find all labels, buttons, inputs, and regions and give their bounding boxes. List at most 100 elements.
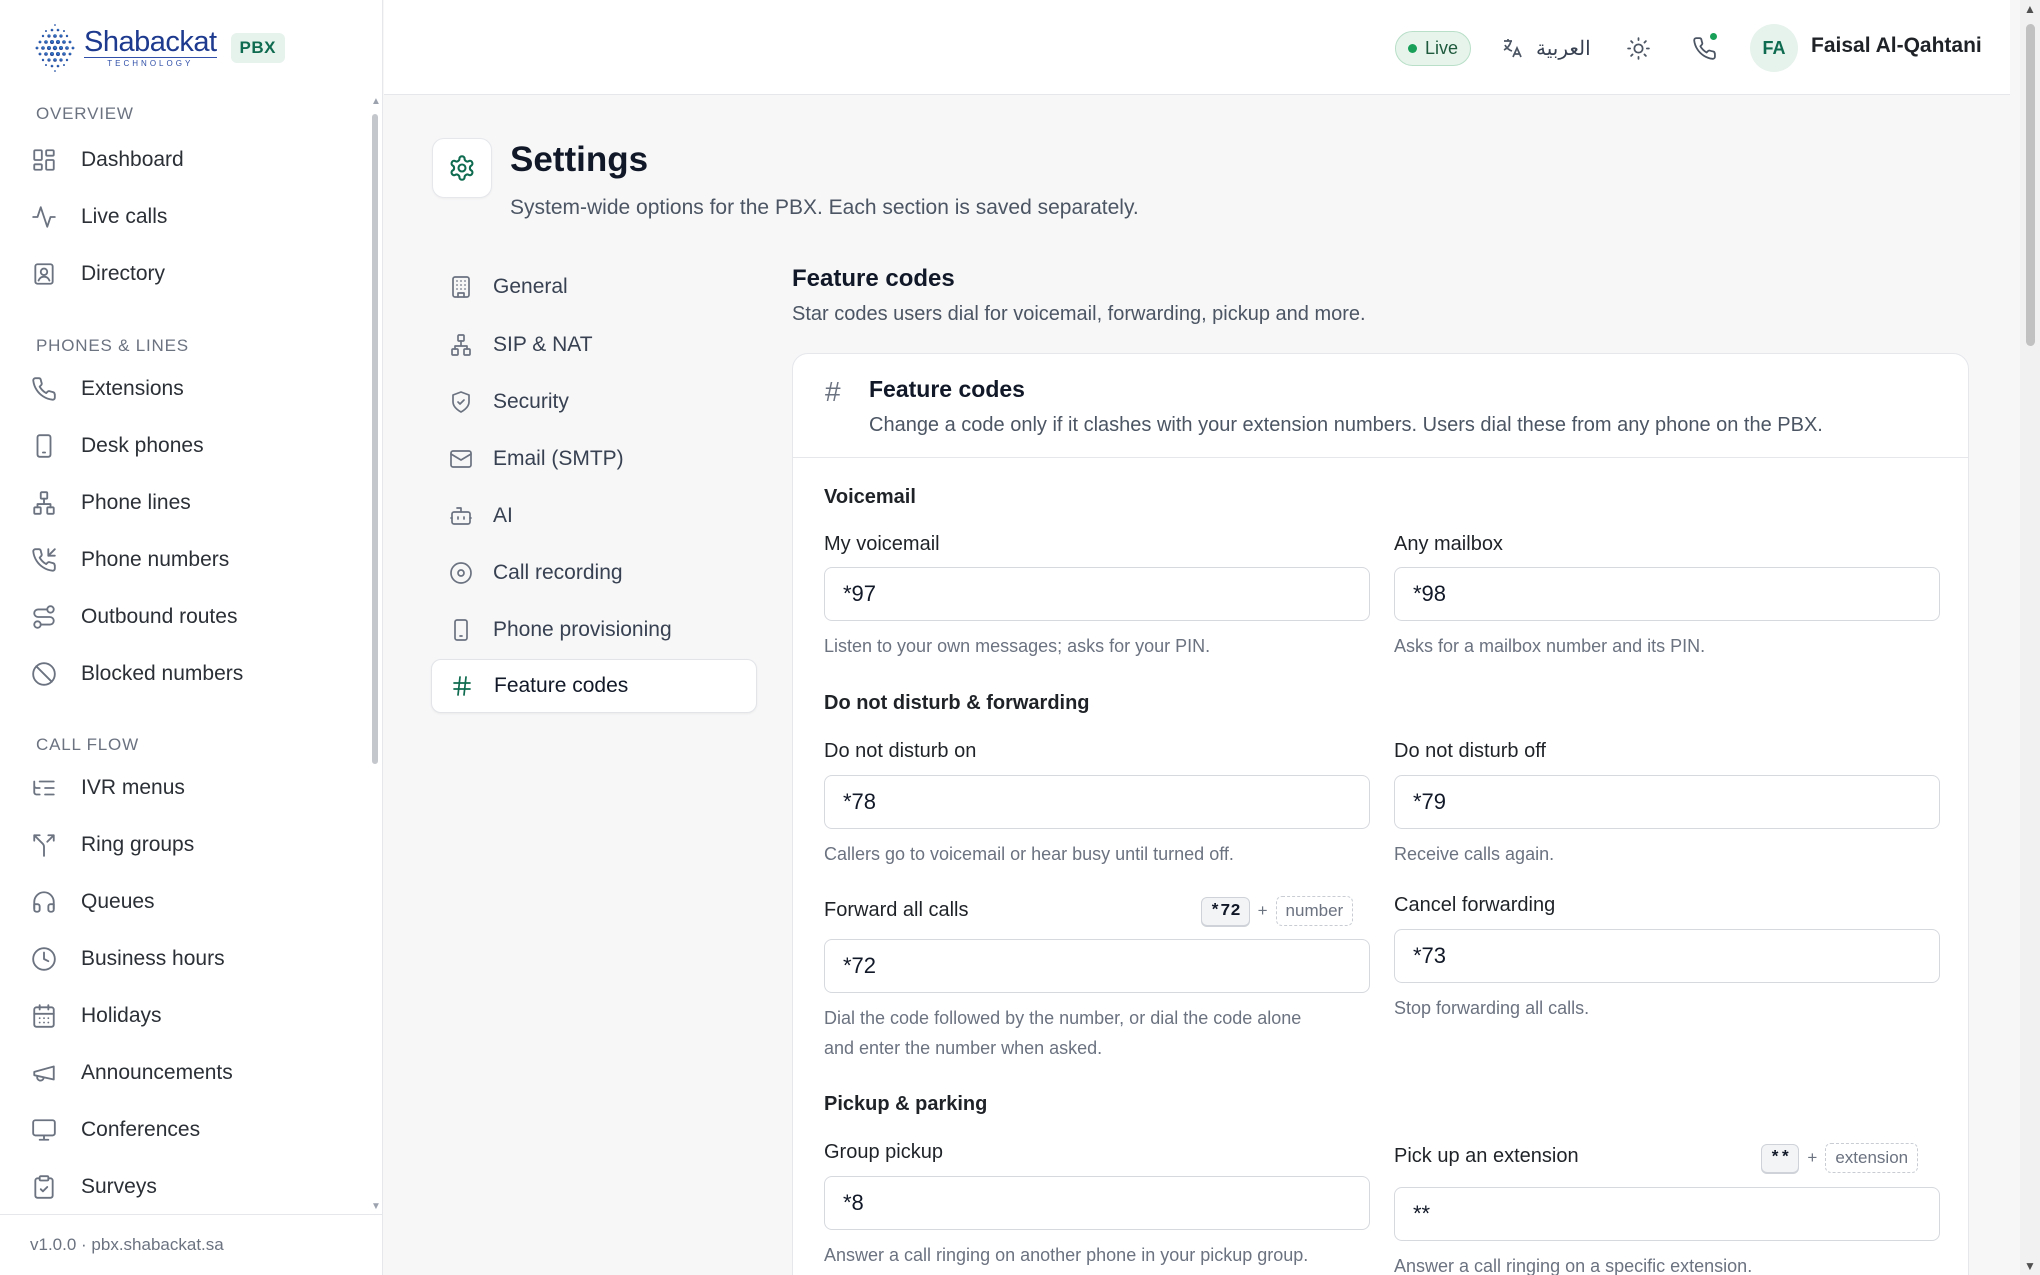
brand-logo[interactable]: Shabackat TECHNOLOGY PBX <box>30 20 286 76</box>
sidebar-item-queues[interactable]: Queues <box>30 878 350 926</box>
language-label: العربية <box>1536 37 1591 60</box>
forward-all-input[interactable] <box>824 939 1370 993</box>
sidebar-item-label: Phone numbers <box>81 548 230 571</box>
route-icon <box>30 603 58 631</box>
settings-page-icon <box>432 138 492 198</box>
settings-tab-call-recording[interactable]: Call recording <box>431 546 757 600</box>
softphone-button[interactable] <box>1685 29 1723 67</box>
pickup-extension-hint: ** + extension <box>1761 1142 1919 1174</box>
settings-tab-label: AI <box>493 504 513 527</box>
settings-tab-feature-codes[interactable]: Feature codes <box>431 659 757 713</box>
dnd-on-input[interactable] <box>824 775 1370 829</box>
sidebar-item-ring-groups[interactable]: Ring groups <box>30 821 350 869</box>
hint-extension-placeholder: extension <box>1825 1143 1919 1173</box>
page-scroll-down-icon[interactable]: ▼ <box>2024 1259 2036 1273</box>
cancel-forward-label: Cancel forwarding <box>1394 894 1556 916</box>
avatar[interactable]: FA <box>1750 24 1798 72</box>
forward-all-label: Forward all calls <box>824 899 969 921</box>
sidebar-scrollbar[interactable]: ▲ ▼ <box>371 96 381 1212</box>
settings-tab-phone-provisioning[interactable]: Phone provisioning <box>431 603 757 657</box>
hint-number-placeholder: number <box>1275 896 1354 926</box>
theme-toggle-button[interactable] <box>1619 29 1657 67</box>
dnd-off-help: Receive calls again. <box>1394 844 1555 864</box>
dnd-off-input[interactable] <box>1394 775 1940 829</box>
activity-icon <box>30 203 58 231</box>
scroll-down-icon[interactable]: ▼ <box>371 1201 381 1212</box>
calendar-icon <box>30 1002 58 1030</box>
sidebar-item-label: Live calls <box>81 205 168 228</box>
clock-icon <box>30 945 58 973</box>
sidebar-item-label: Extensions <box>81 377 184 400</box>
contact-book-icon <box>30 260 58 288</box>
sidebar-item-live-calls[interactable]: Live calls <box>30 193 350 241</box>
settings-tab-ai[interactable]: AI <box>431 489 757 543</box>
my-voicemail-input[interactable] <box>824 567 1370 621</box>
hash-icon <box>453 676 471 696</box>
live-status-badge: Live <box>1395 31 1472 66</box>
settings-tab-general[interactable]: General <box>431 260 757 314</box>
any-mailbox-input[interactable] <box>1394 567 1940 621</box>
sidebar-item-outbound-routes[interactable]: Outbound routes <box>30 593 350 641</box>
sidebar-item-surveys[interactable]: Surveys <box>30 1163 350 1211</box>
sidebar-item-label: Dashboard <box>81 148 184 171</box>
language-toggle-button[interactable]: العربية <box>1500 29 1591 67</box>
sidebar-item-directory[interactable]: Directory <box>30 250 350 298</box>
sidebar-item-label: Phone lines <box>81 491 191 514</box>
topbar: Live العربية FA Faisal Al-Qahtani <box>384 0 2010 95</box>
sidebar-nav: OVERVIEW Dashboard Live calls Directory … <box>0 96 383 1212</box>
version-footer: v1.0.0 · pbx.shabackat.sa <box>0 1214 383 1275</box>
group-title-pickup: Pickup & parking <box>824 1093 988 1115</box>
user-name[interactable]: Faisal Al-Qahtani <box>1811 34 1982 58</box>
sidebar-item-label: Outbound routes <box>81 605 238 628</box>
sidebar-item-label: Conferences <box>81 1118 201 1141</box>
sidebar-item-dashboard[interactable]: Dashboard <box>30 136 350 184</box>
pickup-extension-help: Answer a call ringing on a specific exte… <box>1394 1256 1753 1275</box>
page-scroll-up-icon[interactable]: ▲ <box>2024 2 2036 16</box>
page-scrollbar[interactable]: ▲ ▼ <box>2020 0 2040 1275</box>
page-title: Settings <box>510 140 649 179</box>
sidebar-item-blocked-numbers[interactable]: Blocked numbers <box>30 650 350 698</box>
sidebar-item-conferences[interactable]: Conferences <box>30 1106 350 1154</box>
presentation-icon <box>30 1116 58 1144</box>
dnd-on-label: Do not disturb on <box>824 740 977 762</box>
group-pickup-input[interactable] <box>824 1176 1370 1230</box>
desk-phone-icon <box>30 432 58 460</box>
forward-all-help-line2: and enter the number when asked. <box>824 1038 1103 1058</box>
card-title: Feature codes <box>869 376 1025 402</box>
settings-tab-sip-nat[interactable]: SIP & NAT <box>431 318 757 372</box>
live-dot-icon <box>1408 44 1417 53</box>
cancel-forward-help: Stop forwarding all calls. <box>1394 998 1590 1018</box>
sidebar-item-extensions[interactable]: Extensions <box>30 365 350 413</box>
pickup-extension-input[interactable] <box>1394 1187 1940 1241</box>
sidebar-scroll-thumb[interactable] <box>372 114 378 764</box>
card-header: # Feature codes Change a code only if it… <box>793 354 1968 458</box>
settings-tab-label: Phone provisioning <box>493 618 672 641</box>
logo-globe-icon <box>35 24 75 72</box>
sidebar-item-announcements[interactable]: Announcements <box>30 1049 350 1097</box>
scroll-up-icon[interactable]: ▲ <box>371 96 381 107</box>
page-scroll-thumb[interactable] <box>2026 24 2035 346</box>
pickup-code-kbd: ** <box>1761 1143 1800 1173</box>
sidebar-item-label: IVR menus <box>81 776 185 799</box>
dashboard-icon <box>30 146 58 174</box>
section-title-call-flow: CALL FLOW <box>36 735 139 754</box>
sidebar-item-business-hours[interactable]: Business hours <box>30 935 350 983</box>
settings-tab-label: Security <box>493 390 569 413</box>
sidebar-item-phone-lines[interactable]: Phone lines <box>30 479 350 527</box>
sidebar-item-phone-numbers[interactable]: Phone numbers <box>30 536 350 584</box>
sidebar-item-ivr-menus[interactable]: IVR menus <box>30 764 350 812</box>
cancel-forward-input[interactable] <box>1394 929 1940 983</box>
sidebar-item-label: Desk phones <box>81 434 204 457</box>
headphones-icon <box>30 888 58 916</box>
sidebar-item-holidays[interactable]: Holidays <box>30 992 350 1040</box>
settings-tab-email[interactable]: Email (SMTP) <box>431 432 757 486</box>
sidebar-item-desk-phones[interactable]: Desk phones <box>30 422 350 470</box>
feature-codes-card: # Feature codes Change a code only if it… <box>792 353 1969 1275</box>
settings-tab-label: Feature codes <box>494 674 629 697</box>
hint-plus: + <box>1257 901 1268 920</box>
settings-tab-security[interactable]: Security <box>431 375 757 429</box>
hash-icon: # <box>825 376 841 407</box>
section-title: Feature codes <box>792 265 955 292</box>
phone-incoming-icon <box>30 546 58 574</box>
sidebar-item-label: Directory <box>81 262 166 285</box>
